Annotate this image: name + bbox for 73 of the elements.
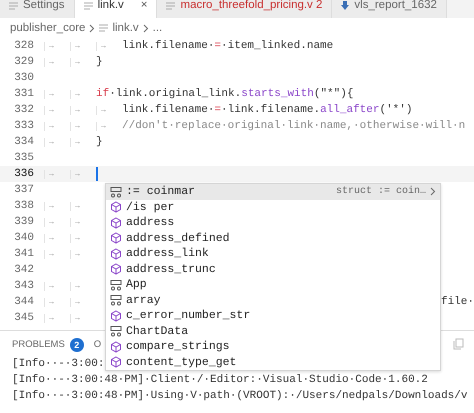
- suggestion-item[interactable]: address_link: [106, 246, 440, 262]
- cube-icon: [110, 310, 122, 322]
- suggestion-item[interactable]: ChartData: [106, 324, 440, 339]
- line-number: 335: [13, 152, 34, 164]
- line-number: 339: [13, 216, 34, 228]
- line-number: 333: [13, 120, 34, 132]
- editor-tab[interactable]: macro_threefold_pricing.v 2: [157, 0, 332, 18]
- arrow-down-icon: [341, 1, 350, 10]
- cube-icon: [110, 340, 122, 353]
- count-badge: 2: [70, 338, 84, 352]
- line-number: 341: [13, 248, 34, 260]
- struct-icon: [110, 325, 122, 338]
- suggestion-item[interactable]: c_error_number_str: [106, 308, 440, 324]
- chevron-right-icon[interactable]: [430, 187, 436, 196]
- editor-tab[interactable]: Settings: [0, 0, 75, 18]
- cube-icon: [110, 248, 122, 260]
- suggestion-item[interactable]: App: [106, 277, 440, 292]
- code-text: }: [96, 56, 103, 68]
- breadcrumb-item[interactable]: ...: [152, 22, 162, 34]
- line-number: 336: [13, 168, 34, 180]
- suggestion-item[interactable]: /is per: [106, 200, 440, 215]
- struct-icon: [110, 294, 122, 306]
- suggestion-item[interactable]: compare_strings: [106, 339, 440, 354]
- suggestion-item[interactable]: array: [106, 292, 440, 308]
- cube-icon: [110, 263, 122, 276]
- file-lines-icon: [166, 2, 176, 10]
- close-icon[interactable]: ×: [140, 0, 148, 15]
- cube-icon: [110, 356, 122, 368]
- suggestion-detail: struct := coin…: [336, 186, 426, 198]
- chevron-right-icon[interactable]: [142, 24, 149, 32]
- breadcrumb-item[interactable]: link.v: [112, 22, 139, 34]
- code-text: link.filename·=·link.filename.all_after('*'): [122, 104, 412, 116]
- cube-icon: [110, 232, 122, 244]
- panel-tab[interactable]: PROBLEMS 2: [12, 338, 84, 352]
- file-lines-icon: [99, 24, 108, 32]
- line-number: 342: [13, 264, 34, 276]
- line-number: 345: [13, 312, 34, 324]
- line-number: 334: [13, 136, 34, 148]
- line-number: 331: [13, 88, 34, 100]
- suggestion-item[interactable]: address_defined: [106, 230, 440, 246]
- chevron-right-icon[interactable]: [89, 24, 96, 32]
- code-text: //don't·replace·original·link·name,·otherwise·will·n: [122, 120, 466, 132]
- code-text: link.filename·=·item_linked.name: [122, 40, 334, 52]
- suggestion-item[interactable]: address: [106, 215, 440, 230]
- struct-icon: [110, 278, 122, 291]
- output-line: [Info··-·3:00:48·PM]·Client·/·Editor:·Visual·Studio·Code·1.60.2: [12, 374, 428, 388]
- line-number: 344: [13, 296, 34, 308]
- editor-tab[interactable]: link.v ×: [74, 0, 158, 18]
- code-text: file·: [440, 296, 474, 308]
- line-number: 330: [13, 72, 34, 84]
- cube-icon: [110, 216, 122, 229]
- code-text: if·link.original_link.starts_with("*"){: [96, 88, 354, 100]
- line-number: 328: [13, 40, 34, 52]
- suggestion-item[interactable]: content_type_get: [106, 354, 440, 370]
- line-number: 338: [13, 200, 34, 212]
- output-line: [Info··-·3:00:: [12, 358, 104, 372]
- struct-icon: [110, 186, 122, 198]
- text-cursor: [96, 167, 98, 181]
- output-line: [Info··-·3:00:48·PM]·Using·V·path·(VROOT):·/Users/nedpals/Downloads/v: [12, 390, 468, 404]
- line-number: 343: [13, 280, 34, 292]
- panel-tab[interactable]: O: [94, 339, 102, 350]
- line-number: 340: [13, 232, 34, 244]
- line-number: 329: [13, 56, 34, 68]
- cube-icon: [110, 201, 122, 214]
- line-number: 332: [13, 104, 34, 116]
- breadcrumb-item[interactable]: publisher_core: [10, 22, 86, 34]
- file-lines-icon: [9, 2, 18, 10]
- line-number: 337: [13, 184, 34, 196]
- suggestion-item[interactable]: address_trunc: [106, 262, 440, 277]
- suggestion-item[interactable]: := coinmar struct := coin…: [106, 184, 440, 200]
- code-text: }: [96, 136, 103, 148]
- editor-tab[interactable]: vls_report_1632: [332, 0, 447, 18]
- file-lines-icon: [84, 2, 93, 10]
